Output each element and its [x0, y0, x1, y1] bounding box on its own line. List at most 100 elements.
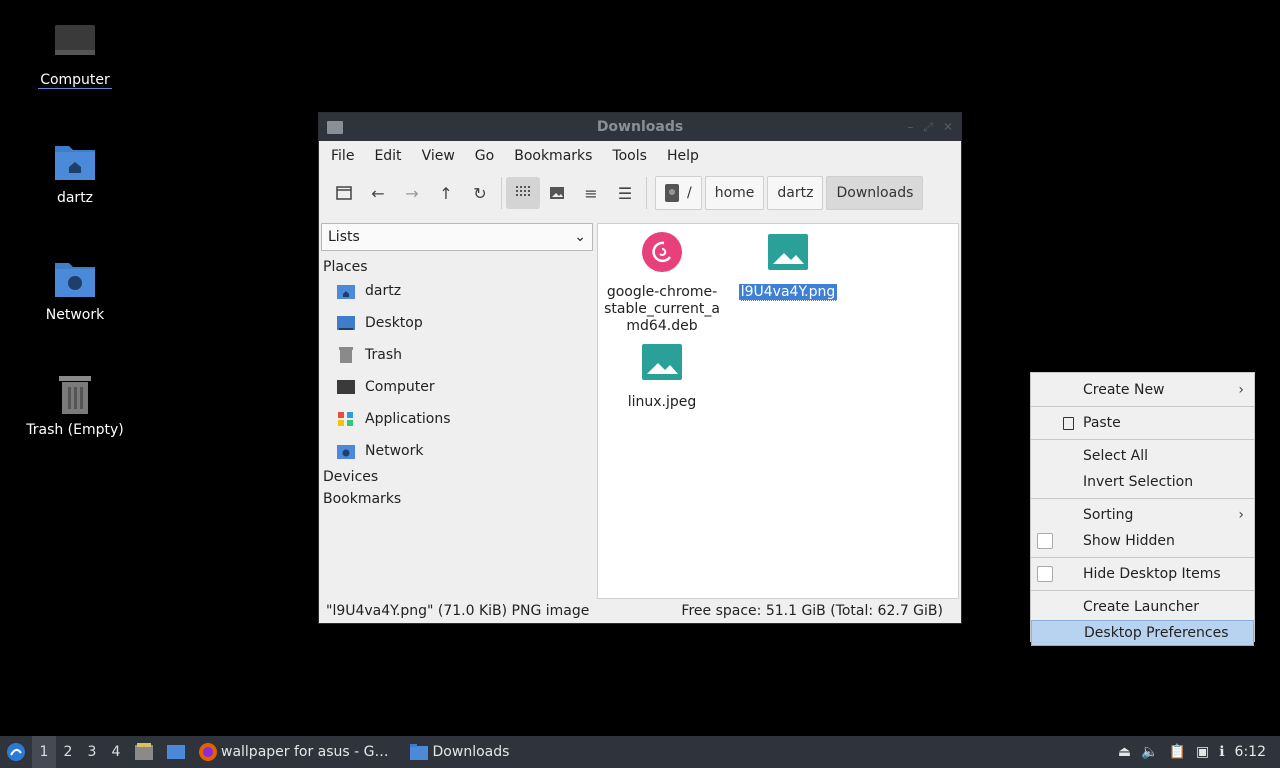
checkbox[interactable]: [1037, 566, 1053, 582]
crumb-home[interactable]: home: [704, 176, 765, 210]
place-network[interactable]: Network: [319, 435, 595, 467]
place-computer[interactable]: Computer: [319, 371, 595, 403]
menu-bookmarks[interactable]: Bookmarks: [514, 148, 602, 164]
status-selection: "l9U4va4Y.png" (71.0 KiB) PNG image: [326, 603, 590, 619]
desktop-icon-label: Network: [45, 307, 105, 323]
menu-item-select-all[interactable]: Select All: [1031, 443, 1254, 469]
minimize-icon[interactable]: –: [907, 120, 913, 135]
menu-edit[interactable]: Edit: [374, 148, 411, 164]
monitor-icon: [337, 379, 355, 395]
menu-tools[interactable]: Tools: [612, 148, 657, 164]
workspace-1[interactable]: 1: [32, 736, 56, 768]
firefox-icon: [199, 743, 217, 761]
menu-item-paste[interactable]: Paste: [1031, 410, 1254, 436]
side-pane: Lists ⌄ Places dartz Desktop Trash Compu…: [319, 223, 595, 599]
crumb-root[interactable]: /: [655, 176, 702, 210]
compact-view-icon[interactable]: ≡: [574, 177, 608, 209]
close-icon[interactable]: ✕: [943, 120, 953, 135]
select-value: Lists: [328, 229, 360, 245]
forward-icon[interactable]: →: [395, 177, 429, 209]
crumb-downloads[interactable]: Downloads: [826, 176, 924, 210]
menu-item-show-hidden[interactable]: Show Hidden: [1031, 528, 1254, 554]
side-pane-mode-select[interactable]: Lists ⌄: [321, 223, 593, 251]
menu-go[interactable]: Go: [475, 148, 504, 164]
quicklaunch-file-manager[interactable]: [128, 736, 160, 768]
new-tab-icon[interactable]: [327, 177, 361, 209]
maximize-icon[interactable]: ⤢: [923, 120, 933, 135]
desktop-context-menu: Create New › Paste Select All Invert Sel…: [1030, 372, 1255, 646]
image-icon: [642, 342, 682, 382]
eject-icon[interactable]: ⏏: [1118, 744, 1131, 760]
image-icon: [768, 232, 808, 272]
checkbox[interactable]: [1037, 533, 1053, 549]
file-item[interactable]: linux.jpeg: [602, 342, 722, 411]
window-title: Downloads: [596, 119, 684, 135]
task-downloads[interactable]: Downloads: [403, 736, 516, 768]
file-name: l9U4va4Y.png: [738, 284, 838, 301]
desktop-icon-label: dartz: [56, 190, 94, 206]
network-folder-icon: [53, 257, 97, 301]
menu-item-hide-desktop-items[interactable]: Hide Desktop Items: [1031, 561, 1254, 587]
window-titlebar[interactable]: Downloads – ⤢ ✕: [319, 113, 961, 141]
thumbnail-view-icon[interactable]: [540, 177, 574, 209]
devices-heading[interactable]: Devices: [319, 467, 595, 485]
menu-item-create-new[interactable]: Create New ›: [1031, 377, 1254, 403]
desktop-icon-home[interactable]: dartz: [15, 140, 135, 206]
menubar: File Edit View Go Bookmarks Tools Help: [319, 141, 961, 171]
chevron-right-icon: ›: [1238, 507, 1244, 523]
chevron-down-icon: ⌄: [574, 229, 586, 245]
file-name: linux.jpeg: [627, 394, 697, 410]
status-free-space: Free space: 51.1 GiB (Total: 62.7 GiB): [681, 603, 943, 619]
clipboard-icon: [1063, 416, 1074, 430]
menu-item-sorting[interactable]: Sorting ›: [1031, 502, 1254, 528]
place-desktop[interactable]: Desktop: [319, 307, 595, 339]
file-manager-window: Downloads – ⤢ ✕ File Edit View Go Bookma…: [318, 112, 962, 624]
network-status-icon[interactable]: ▣: [1196, 744, 1209, 760]
file-item-selected[interactable]: l9U4va4Y.png: [728, 232, 848, 301]
file-manager-icon: [135, 743, 153, 760]
workspace-2[interactable]: 2: [56, 736, 80, 768]
desktop-icon: [337, 315, 355, 331]
up-icon[interactable]: ↑: [429, 177, 463, 209]
task-firefox[interactable]: wallpaper for asus - G…: [192, 736, 395, 768]
drive-icon: [665, 184, 679, 202]
desktop-icon-computer[interactable]: Computer: [15, 22, 135, 89]
quicklaunch-desktop[interactable]: [160, 736, 192, 768]
icon-view-icon[interactable]: [506, 177, 540, 209]
reload-icon[interactable]: ↻: [463, 177, 497, 209]
desktop-icon-trash[interactable]: Trash (Empty): [15, 372, 135, 438]
desktop-icon-label: Trash (Empty): [26, 422, 124, 438]
menu-item-create-launcher[interactable]: Create Launcher: [1031, 594, 1254, 620]
detailed-list-view-icon[interactable]: ☰: [608, 177, 642, 209]
workspace-3[interactable]: 3: [80, 736, 104, 768]
file-item[interactable]: google-chrome- stable_current_a md64.deb: [602, 232, 722, 335]
menu-item-desktop-preferences[interactable]: Desktop Preferences: [1031, 620, 1254, 646]
menu-help[interactable]: Help: [667, 148, 709, 164]
monitor-icon: [53, 22, 97, 66]
place-dartz[interactable]: dartz: [319, 275, 595, 307]
applications-icon: [337, 411, 355, 427]
menu-view[interactable]: View: [422, 148, 465, 164]
start-menu-button[interactable]: [0, 736, 32, 768]
home-folder-icon: [337, 283, 355, 299]
toolbar: ← → ↑ ↻ ≡ ☰ / home dartz Downloads: [319, 171, 961, 215]
crumb-dartz[interactable]: dartz: [767, 176, 824, 210]
file-view[interactable]: google-chrome- stable_current_a md64.deb…: [597, 223, 959, 599]
place-trash[interactable]: Trash: [319, 339, 595, 371]
menu-file[interactable]: File: [331, 148, 364, 164]
update-notifier-icon[interactable]: ℹ: [1219, 744, 1224, 760]
clipboard-icon[interactable]: 📋: [1169, 744, 1186, 760]
menu-item-invert-selection[interactable]: Invert Selection: [1031, 469, 1254, 495]
status-bar: "l9U4va4Y.png" (71.0 KiB) PNG image Free…: [319, 599, 961, 623]
bookmarks-heading[interactable]: Bookmarks: [319, 485, 595, 507]
place-applications[interactable]: Applications: [319, 403, 595, 435]
desktop-icon-network[interactable]: Network: [15, 257, 135, 323]
back-icon[interactable]: ←: [361, 177, 395, 209]
trash-icon: [337, 347, 355, 363]
debian-package-icon: [642, 232, 682, 272]
clock[interactable]: 6:12: [1235, 744, 1266, 760]
taskbar: 1 2 3 4 wallpaper for asus - G… Download…: [0, 736, 1280, 768]
workspace-4[interactable]: 4: [104, 736, 128, 768]
trash-icon: [53, 372, 97, 416]
volume-icon[interactable]: 🔈: [1141, 744, 1158, 760]
